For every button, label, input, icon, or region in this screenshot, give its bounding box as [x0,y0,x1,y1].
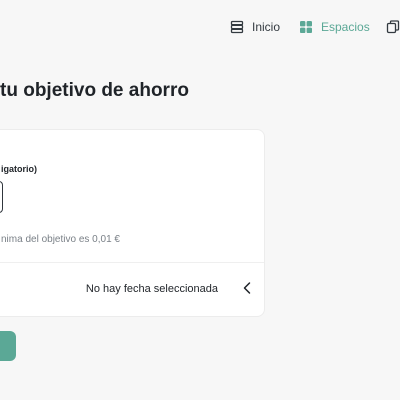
date-value: No hay fecha seleccionada [85,283,218,295]
goal-form-card: igatorio) nima del objetivo es 0,01 € No… [0,129,265,317]
submit-button[interactable] [0,331,16,361]
date-selector[interactable]: No hay fecha seleccionada [0,263,264,317]
page: Inicio Espacios tu objetivo de ahorro ig… [0,0,400,400]
nav-item-more[interactable] [386,17,400,37]
nav-spaces-label: Espacios [321,20,370,34]
list-icon [230,20,244,34]
nav-home-label: Inicio [252,20,281,34]
amount-label: igatorio) [1,164,37,174]
page-title: tu objetivo de ahorro [0,80,189,101]
grid-icon [300,21,312,33]
nav-item-home[interactable]: Inicio [230,17,280,37]
amount-hint: nima del objetivo es 0,01 € [1,234,120,245]
amount-input[interactable] [0,181,3,213]
top-nav: Inicio Espacios [0,17,400,37]
nav-item-spaces[interactable]: Espacios [299,17,370,37]
chevron-left-icon [243,282,251,294]
copy-icon [386,20,400,34]
